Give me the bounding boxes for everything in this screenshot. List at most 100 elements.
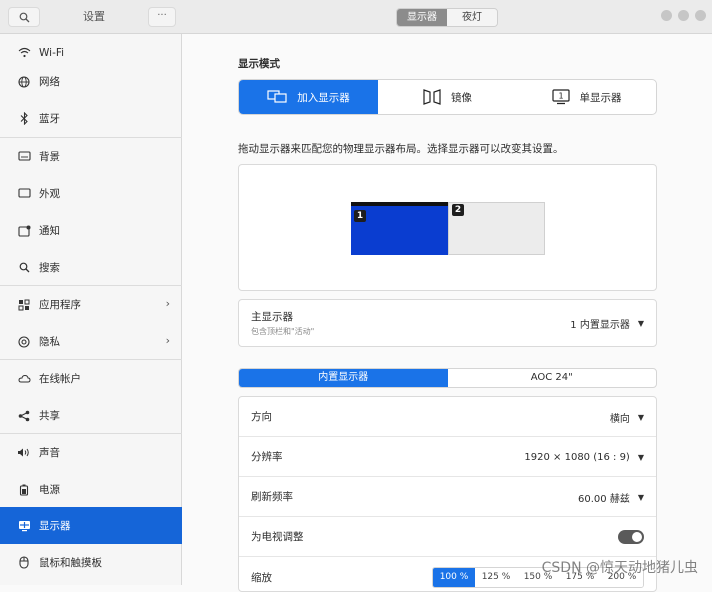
dropdown-arrow-icon: ▼	[637, 452, 644, 462]
display-icon	[17, 519, 31, 533]
menu-button[interactable]: ···	[148, 7, 176, 27]
toggle-knob	[632, 532, 642, 542]
sidebar-item-label: 在线帐户	[39, 373, 81, 385]
sidebar-item-mouse-touchpad[interactable]: 鼠标和触摸板	[0, 544, 182, 581]
sidebar-item-sharing[interactable]: 共享	[0, 397, 182, 434]
mode-mirror-button[interactable]: 镜像	[378, 80, 517, 114]
orientation-dropdown[interactable]: 横向 ▼	[610, 397, 644, 437]
chevron-right-icon: ›	[165, 297, 170, 310]
mode-label: 单显示器	[579, 91, 622, 104]
resolution-value: 1920 × 1080 (16 : 9)	[524, 451, 630, 463]
mode-join-displays-button[interactable]: 加入显示器	[239, 80, 378, 114]
sidebar-item-label: 应用程序	[39, 299, 81, 311]
window-controls	[661, 10, 706, 21]
orientation-row[interactable]: 方向 横向 ▼	[239, 397, 656, 437]
sidebar-item-label: 外观	[39, 188, 60, 200]
refresh-rate-dropdown[interactable]: 60.00 赫兹 ▼	[578, 477, 644, 517]
primary-display-dropdown[interactable]: 1 内置显示器 ▼	[570, 300, 644, 346]
sidebar-item-appearance[interactable]: 外观	[0, 175, 182, 212]
view-switcher: 显示器 夜灯	[396, 8, 498, 27]
sidebar-item-notifications[interactable]: 通知	[0, 212, 182, 249]
tv-adjust-toggle-wrap	[618, 517, 644, 557]
apps-icon	[17, 298, 31, 312]
minimize-button[interactable]	[661, 10, 672, 21]
chevron-right-icon: ›	[165, 334, 170, 347]
privacy-icon	[17, 335, 31, 349]
orientation-label: 方向	[251, 411, 272, 423]
sidebar-item-power[interactable]: 电源	[0, 471, 182, 508]
scale-label: 缩放	[251, 571, 272, 584]
monitor-number-badge: 2	[452, 204, 464, 216]
sidebar-item-label: 蓝牙	[39, 113, 60, 125]
search-button[interactable]	[8, 7, 40, 27]
mouse-icon	[17, 556, 31, 570]
view-tab-night-light[interactable]: 夜灯	[447, 9, 497, 26]
display-tabs: 内置显示器 AOC 24"	[238, 368, 657, 388]
sidebar-item-label: 电源	[39, 484, 60, 496]
dropdown-arrow-icon: ▼	[637, 492, 644, 502]
primary-display-subtitle: 包含顶栏和"活动"	[251, 327, 315, 336]
header-bar: 设置 ··· 显示器 夜灯	[0, 0, 712, 34]
appearance-icon	[17, 187, 31, 201]
sidebar-item-label: 共享	[39, 410, 60, 422]
display-settings-panel: 显示模式 加入显示器 镜像 1 单显示器 拖动显示器来匹配您的物理显示器布局。选…	[183, 34, 712, 592]
dropdown-arrow-icon: ▼	[637, 318, 644, 328]
mode-single-display-button[interactable]: 1 单显示器	[517, 80, 656, 114]
sidebar-item-label: Wi-Fi	[39, 46, 65, 59]
monitor-arrangement-area: 1 2	[238, 164, 657, 291]
sidebar-item-background[interactable]: 背景	[0, 138, 182, 175]
sidebar-item-label: 隐私	[39, 336, 60, 348]
scale-option-125[interactable]: 125 %	[475, 568, 517, 587]
monitor-number-badge: 1	[354, 210, 366, 222]
sidebar-item-bluetooth[interactable]: 蓝牙	[0, 100, 182, 137]
sidebar-item-label: 鼠标和触摸板	[39, 557, 102, 569]
maximize-button[interactable]	[678, 10, 689, 21]
sidebar-item-sound[interactable]: 声音	[0, 434, 182, 471]
sidebar-item-label: 显示器	[39, 520, 71, 532]
display-mode-title: 显示模式	[238, 58, 280, 70]
refresh-rate-row[interactable]: 刷新频率 60.00 赫兹 ▼	[239, 477, 656, 517]
close-button[interactable]	[695, 10, 706, 21]
join-displays-icon	[267, 90, 287, 104]
mode-label: 加入显示器	[297, 91, 350, 104]
monitor-2-thumbnail[interactable]: 2	[448, 202, 545, 255]
sidebar-item-displays[interactable]: 显示器	[0, 507, 182, 544]
header-title: 设置	[83, 10, 105, 23]
settings-window: 设置 ··· 显示器 夜灯 Wi-Fi 网络 蓝牙 背景 外观 通知 搜索 应用…	[0, 0, 712, 592]
sidebar-item-label: 网络	[39, 76, 60, 88]
watermark: CSDN @惊天动地猪儿虫	[541, 560, 698, 576]
primary-display-label: 主显示器	[251, 311, 293, 323]
tv-adjust-toggle[interactable]	[618, 530, 644, 544]
tab-builtin-display[interactable]: 内置显示器	[239, 369, 448, 387]
sidebar-item-privacy[interactable]: 隐私 ›	[0, 323, 182, 360]
svg-text:1: 1	[558, 92, 563, 101]
view-tab-display[interactable]: 显示器	[397, 9, 447, 26]
background-icon	[17, 150, 31, 164]
search-icon	[19, 12, 29, 22]
power-icon	[17, 483, 31, 497]
sidebar-item-applications[interactable]: 应用程序 ›	[0, 286, 182, 323]
sidebar-item-search[interactable]: 搜索	[0, 249, 182, 286]
sound-icon	[17, 446, 31, 460]
scale-option-100[interactable]: 100 %	[433, 568, 475, 587]
refresh-rate-label: 刷新频率	[251, 491, 293, 503]
monitor-1-thumbnail[interactable]: 1	[351, 202, 448, 255]
share-icon	[17, 409, 31, 423]
notification-icon	[17, 224, 31, 238]
single-display-icon: 1	[551, 89, 570, 105]
sidebar-item-online-accounts[interactable]: 在线帐户	[0, 360, 182, 397]
sidebar-item-label: 声音	[39, 447, 60, 459]
resolution-row[interactable]: 分辨率 1920 × 1080 (16 : 9) ▼	[239, 437, 656, 477]
resolution-dropdown[interactable]: 1920 × 1080 (16 : 9) ▼	[524, 437, 644, 477]
resolution-label: 分辨率	[251, 451, 283, 463]
orientation-value: 横向	[609, 413, 630, 425]
sidebar-item-label: 搜索	[39, 262, 60, 274]
primary-display-row[interactable]: 主显示器 包含顶栏和"活动" 1 内置显示器 ▼	[239, 300, 656, 346]
mode-label: 镜像	[451, 91, 472, 104]
dropdown-arrow-icon: ▼	[637, 412, 644, 422]
bluetooth-icon	[17, 112, 31, 126]
tab-aoc-display[interactable]: AOC 24"	[448, 369, 657, 387]
mirror-icon	[423, 89, 441, 105]
sidebar-item-network[interactable]: 网络	[0, 63, 182, 100]
wifi-icon	[17, 46, 31, 60]
